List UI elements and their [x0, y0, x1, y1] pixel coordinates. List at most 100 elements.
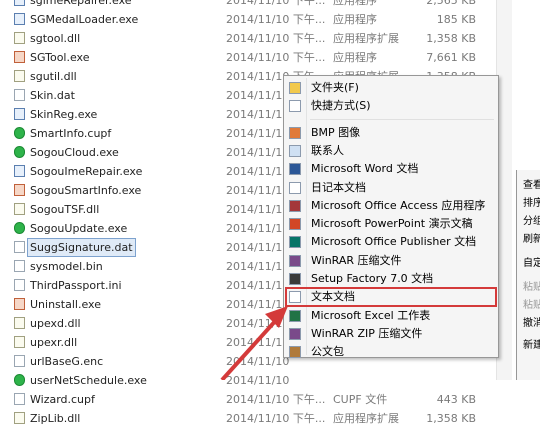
file-type: 应用程序扩展	[333, 32, 399, 45]
menu-item[interactable]: 文件夹(F)	[286, 79, 496, 97]
file-name: SGMedalLoader.exe	[30, 13, 139, 26]
file-row[interactable]: SGTool.exe 2014/11/10 下午... 应用程序 7,661 KB	[0, 48, 500, 67]
file-name: SogouUpdate.exe	[30, 222, 128, 235]
menu-item[interactable]: 快捷方式(S)	[286, 97, 496, 115]
file-type: 应用程序	[333, 13, 377, 26]
file-size: 1,358 KB	[426, 32, 476, 45]
file-size: 185 KB	[436, 13, 476, 26]
file-row[interactable]: sgimeRepairer.exe 2014/11/10 下午... 应用程序 2,5…	[0, 0, 500, 10]
file-name: upexd.dll	[30, 317, 81, 330]
menu-item[interactable]: Microsoft Excel 工作表	[286, 307, 496, 325]
file-name: sgimeRepairer.exe	[30, 0, 132, 7]
powerpoint-icon	[289, 218, 301, 231]
menu-item-label: Microsoft Word 文档	[311, 162, 419, 176]
briefcase-icon	[289, 346, 301, 359]
file-row[interactable]: Wizard.cupf 2014/11/10 下午... CUPF 文件 443 KB	[0, 390, 500, 409]
menu-item[interactable]: WinRAR 压缩文件	[286, 252, 496, 270]
file-size: 443 KB	[436, 393, 476, 406]
menu-item-label: Microsoft Office Access 应用程序	[311, 198, 486, 212]
parent-menu-item[interactable]: 刷新	[523, 230, 540, 245]
file-size: 1,358 KB	[426, 412, 476, 425]
dll-icon	[14, 203, 25, 215]
new-submenu: 文件夹(F) 快捷方式(S) BMP 图像 联系人 Microsoft Word 文档日…	[283, 75, 499, 361]
menu-item-label: 日记本文档	[311, 180, 366, 194]
file-date: 2014/11/10	[226, 355, 290, 368]
file-date: 2014/11/10 下午...	[226, 13, 326, 26]
file-name: SGTool.exe	[30, 51, 90, 64]
menu-item[interactable]: 公文包	[286, 343, 496, 361]
parent-menu-item[interactable]: 粘贴	[523, 296, 540, 311]
excel-icon	[289, 309, 301, 322]
menu-item-label: WinRAR 压缩文件	[311, 253, 402, 267]
menu-item-label: BMP 图像	[311, 125, 361, 139]
menu-item[interactable]: Microsoft Word 文档	[286, 160, 496, 178]
dll-icon	[14, 32, 25, 44]
file-type: 应用程序扩展	[333, 412, 399, 425]
file-date: 2014/11/10	[226, 127, 290, 140]
menu-item[interactable]: Microsoft PowerPoint 演示文稿	[286, 215, 496, 233]
menu-item-label: 文本文档	[311, 290, 355, 304]
file-date: 2014/11/12	[226, 298, 290, 311]
exe-icon	[14, 0, 25, 6]
menu-item[interactable]: Microsoft Office Publisher 文档	[286, 233, 496, 251]
menu-item[interactable]: WinRAR ZIP 压缩文件	[286, 325, 496, 343]
file-name: ZipLib.dll	[30, 412, 81, 425]
parent-menu-item[interactable]: 撤消	[523, 314, 540, 329]
file-name: sgutil.dll	[30, 70, 77, 83]
setup-factory-icon	[289, 273, 301, 285]
dll-icon	[14, 317, 25, 329]
green-icon	[14, 374, 25, 386]
green-icon	[14, 146, 25, 158]
file-date: 2014/11/10 下午...	[226, 32, 326, 45]
file-date: 2014/11/10	[226, 108, 290, 121]
menu-item[interactable]: 日记本文档	[286, 179, 496, 197]
file-date: 2014/11/10 下午...	[226, 412, 326, 425]
green-icon	[14, 222, 25, 234]
winrar-zip-icon	[289, 327, 301, 340]
file-type: 应用程序	[333, 51, 377, 64]
dat-icon	[14, 241, 25, 253]
parent-menu-item[interactable]: 自定	[523, 254, 540, 269]
file-name: Skin.dat	[30, 89, 75, 102]
file-row[interactable]: ZipLib.dll 2014/11/10 下午... 应用程序扩展 1,358 KB	[0, 409, 500, 428]
file-date: 2014/11/10 下午...	[226, 51, 326, 64]
menu-item[interactable]: 联系人	[286, 142, 496, 160]
winrar-icon	[289, 254, 301, 267]
file-date: 2014/11/10	[226, 222, 290, 235]
menu-item-label: 联系人	[311, 143, 344, 157]
menu-item[interactable]: Setup Factory 7.0 文档	[286, 270, 496, 288]
parent-menu-item[interactable]: 分组	[523, 212, 540, 227]
file-row[interactable]: sgtool.dll 2014/11/10 下午... 应用程序扩展 1,358 KB	[0, 29, 500, 48]
menu-item-label: WinRAR ZIP 压缩文件	[311, 326, 423, 340]
file-name: upexr.dll	[30, 336, 78, 349]
parent-menu-item[interactable]: 新建	[523, 336, 540, 351]
file-row[interactable]: SGMedalLoader.exe 2014/11/10 下午... 应用程序 185…	[0, 10, 500, 29]
folder-icon	[289, 82, 301, 94]
menu-item[interactable]: 文本文档	[285, 287, 497, 308]
menu-item[interactable]: BMP 图像	[286, 124, 496, 142]
file-date: 2014/11/10	[226, 89, 290, 102]
menu-item-label: 快捷方式(S)	[311, 99, 371, 113]
parent-menu-item[interactable]: 排序	[523, 194, 540, 209]
green-icon	[14, 127, 25, 139]
file-date: 2014/11/13	[226, 317, 290, 330]
file-name: SogouTSF.dll	[30, 203, 100, 216]
tool-icon	[14, 184, 25, 196]
file-row[interactable]: userNetSchedule.exe 2014/11/10	[0, 371, 500, 390]
file-date: 2014/11/10	[226, 336, 290, 349]
tool-icon	[14, 51, 25, 63]
menu-item-label: Microsoft PowerPoint 演示文稿	[311, 217, 473, 231]
contact-icon	[289, 144, 301, 157]
file-date: 2014/11/10 下午...	[226, 0, 326, 7]
parent-menu-item[interactable]: 粘贴	[523, 278, 540, 293]
menu-separator	[310, 118, 494, 120]
dat-icon	[14, 279, 25, 291]
parent-menu-item[interactable]: 查看	[523, 176, 540, 191]
menu-item[interactable]: Microsoft Office Access 应用程序	[286, 197, 496, 215]
file-name: SmartInfo.cupf	[30, 127, 112, 140]
file-size: 2,565 KB	[426, 0, 476, 7]
exe-icon	[14, 108, 25, 120]
dat-icon	[14, 260, 25, 272]
dll-icon	[14, 70, 25, 82]
file-name: sgtool.dll	[30, 32, 81, 45]
